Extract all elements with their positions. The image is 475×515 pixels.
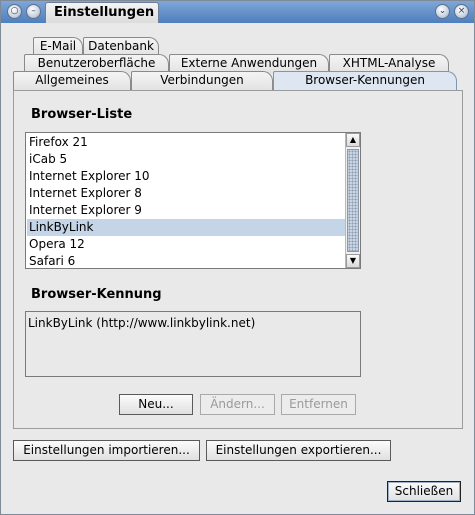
list-item[interactable]: Internet Explorer 10 bbox=[27, 168, 345, 185]
browser-list-heading: Browser-Liste bbox=[31, 107, 133, 122]
close-button[interactable]: Schließen bbox=[387, 481, 461, 502]
window-menu-icon[interactable]: ○ bbox=[7, 4, 22, 19]
tab-browser-kennungen[interactable]: Browser-Kennungen bbox=[273, 71, 457, 90]
list-item[interactable]: Internet Explorer 9 bbox=[27, 202, 345, 219]
remove-button[interactable]: Entfernen bbox=[281, 394, 356, 415]
list-item[interactable]: iCab 5 bbox=[27, 151, 345, 168]
scroll-down-icon[interactable]: ▼ bbox=[346, 254, 360, 268]
minimize-icon[interactable]: – bbox=[26, 4, 41, 19]
scroll-thumb[interactable] bbox=[347, 149, 359, 252]
new-button[interactable]: Neu... bbox=[119, 394, 193, 415]
export-settings-button[interactable]: Einstellungen exportieren... bbox=[206, 440, 391, 461]
tab-verbindungen[interactable]: Verbindungen bbox=[131, 71, 273, 90]
list-scrollbar[interactable]: ▲ ▼ bbox=[345, 133, 360, 268]
title-bar[interactable]: ○ – Einstellungen ⌄ × bbox=[1, 1, 474, 23]
browser-id-heading: Browser-Kennung bbox=[31, 287, 162, 302]
settings-window: ○ – Einstellungen ⌄ × E-Mail Datenbank B… bbox=[0, 0, 475, 515]
list-item[interactable]: Firefox 21 bbox=[27, 134, 345, 151]
list-item[interactable]: Opera 12 bbox=[27, 236, 345, 253]
list-item-selected[interactable]: LinkByLink bbox=[27, 219, 345, 236]
chevron-down-icon[interactable]: ⌄ bbox=[435, 4, 450, 19]
browser-list[interactable]: Firefox 21 iCab 5 Internet Explorer 10 I… bbox=[25, 132, 361, 269]
scroll-up-icon[interactable]: ▲ bbox=[346, 133, 360, 147]
window-title: Einstellungen bbox=[45, 2, 159, 23]
browser-id-field[interactable]: LinkByLink (http://www.linkbylink.net) bbox=[25, 311, 361, 377]
list-item[interactable]: Safari 6 bbox=[27, 253, 345, 268]
edit-button[interactable]: Ändern... bbox=[200, 394, 275, 415]
close-icon[interactable]: × bbox=[454, 4, 469, 19]
tab-allgemeines[interactable]: Allgemeines bbox=[13, 71, 131, 90]
list-item[interactable]: Internet Explorer 8 bbox=[27, 185, 345, 202]
import-settings-button[interactable]: Einstellungen importieren... bbox=[13, 440, 200, 461]
